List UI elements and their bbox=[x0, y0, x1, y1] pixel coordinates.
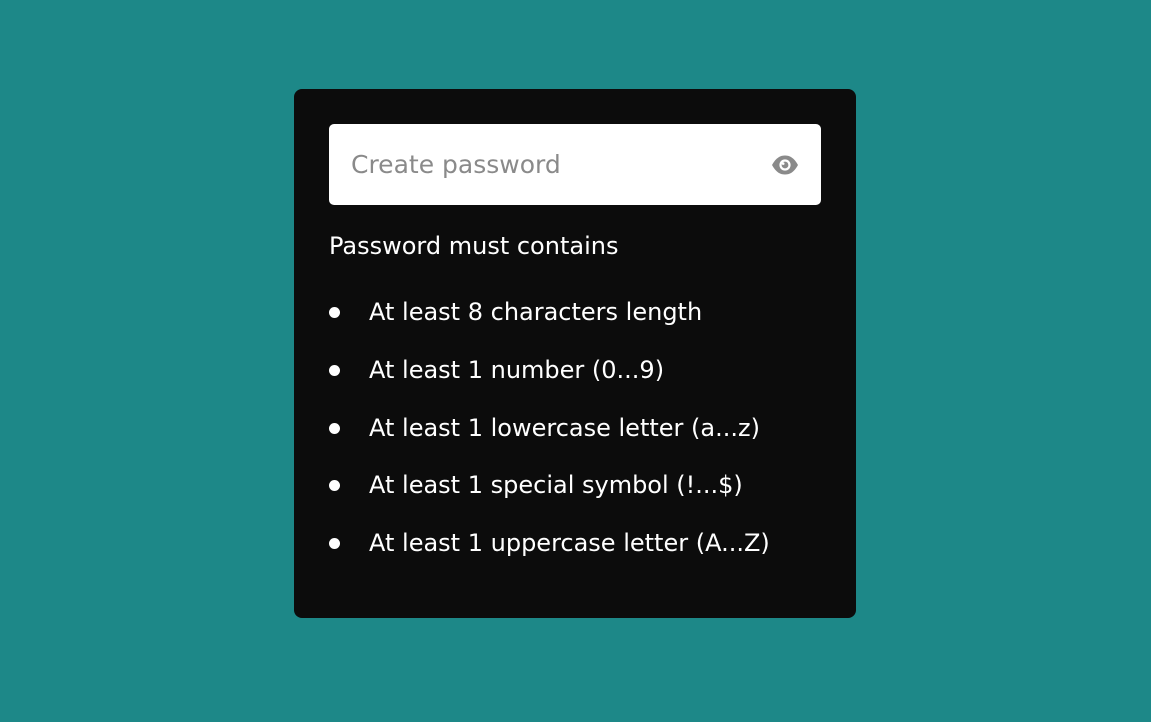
requirements-list: At least 8 characters length At least 1 … bbox=[329, 294, 770, 583]
requirement-label: At least 8 characters length bbox=[369, 298, 703, 326]
password-field-wrapper bbox=[329, 124, 821, 205]
password-card: Password must contains At least 8 charac… bbox=[294, 89, 856, 618]
bullet-icon bbox=[329, 307, 340, 318]
bullet-icon bbox=[329, 422, 340, 434]
requirement-item: At least 1 uppercase letter (A...Z) bbox=[329, 525, 770, 583]
requirement-item: At least 1 lowercase letter (a...z) bbox=[329, 410, 770, 468]
requirement-item: At least 1 number (0...9) bbox=[329, 352, 770, 410]
requirement-item: At least 1 special symbol (!...$) bbox=[329, 467, 770, 525]
bullet-icon bbox=[329, 364, 340, 376]
requirement-label: At least 1 special symbol (!...$) bbox=[369, 471, 743, 500]
requirements-title: Password must contains bbox=[329, 232, 619, 260]
requirement-item: At least 8 characters length bbox=[329, 294, 770, 352]
password-input[interactable] bbox=[329, 124, 749, 205]
bullet-icon bbox=[329, 538, 340, 550]
eye-icon[interactable] bbox=[770, 151, 800, 179]
requirement-label: At least 1 lowercase letter (a...z) bbox=[369, 413, 760, 442]
requirement-label: At least 1 number (0...9) bbox=[369, 355, 665, 384]
requirement-label: At least 1 uppercase letter (A...Z) bbox=[369, 529, 770, 558]
bullet-icon bbox=[329, 480, 340, 492]
